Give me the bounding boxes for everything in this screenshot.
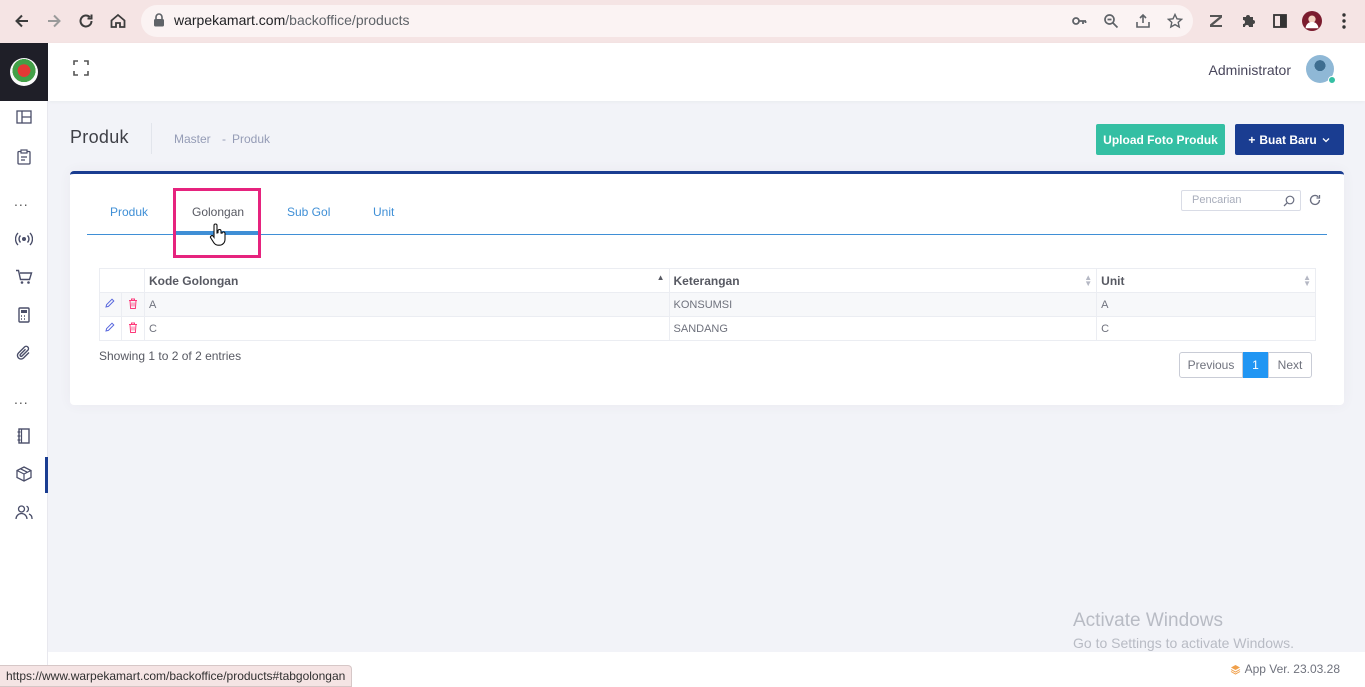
delete-trash-icon[interactable] [128,322,138,336]
search-input[interactable]: Pencarian [1181,190,1301,211]
app-version-label: App Ver. 23.03.28 [1244,662,1340,676]
profile-avatar-icon[interactable] [1302,11,1322,31]
column-header-keterangan[interactable]: Keterangan ▲ ▼ [668,268,1098,293]
table-row: A KONSUMSI A [99,292,1316,317]
delete-trash-icon[interactable] [128,298,138,312]
table-row: C SANDANG C [99,316,1316,341]
logo-image [10,58,38,86]
breadcrumb-separator: - [222,132,226,146]
url-path: /backoffice/products [285,12,410,28]
url-text: warpekamart.com/backoffice/products [174,12,410,28]
sidebar-active-indicator [45,457,48,493]
breadcrumb-produk[interactable]: Produk [232,132,270,146]
breadcrumb-master[interactable]: Master [174,132,211,146]
page-title: Produk [70,127,129,147]
reload-icon[interactable] [74,9,98,33]
cell-kode: C [143,316,670,341]
browser-status-url: https://www.warpekamart.com/backoffice/p… [0,665,353,687]
cart-icon[interactable] [12,266,36,288]
create-new-button[interactable]: + Buat Baru [1235,124,1344,155]
tab-unit[interactable]: Unit [373,205,394,219]
forward-icon[interactable] [42,9,66,33]
app-version: App Ver. 23.03.28 [1230,662,1340,676]
lock-icon [153,13,165,32]
cell-keterangan: KONSUMSI [668,292,1098,317]
home-icon[interactable] [106,9,130,33]
activate-windows-title: Activate Windows [1073,610,1223,631]
delete-cell [120,292,145,317]
next-page-button[interactable]: Next [1268,352,1312,378]
plus-icon: + [1248,132,1256,147]
back-icon[interactable] [10,9,34,33]
delete-cell [120,316,145,341]
column-header-label: Keterangan [673,273,740,288]
sort-icon: ▲ ▼ [1084,273,1093,288]
refresh-icon[interactable] [1309,193,1322,206]
cell-kode: A [143,292,670,317]
more-icon: ... [14,391,29,407]
share-icon[interactable] [1134,12,1152,30]
zoom-icon[interactable] [1102,12,1120,30]
tabs-divider [87,234,1327,235]
zotero-extension-icon[interactable] [1206,11,1226,31]
tab-produk[interactable]: Produk [110,205,148,219]
title-separator [151,123,152,154]
layers-icon [1230,664,1240,675]
extensions-puzzle-icon[interactable] [1238,11,1258,31]
cell-keterangan: SANDANG [668,316,1098,341]
edit-pencil-icon[interactable] [105,298,115,311]
book-icon[interactable] [12,425,36,447]
table-info: Showing 1 to 2 of 2 entries [99,349,242,363]
create-new-label: Buat Baru [1259,132,1317,147]
pagination: Previous 1 Next [1179,352,1312,378]
golongan-table: Kode Golongan ▲ Keterangan ▲ ▼ Unit ▲ ▼ A KON… [99,268,1316,341]
cell-unit: C [1096,316,1316,341]
address-bar[interactable]: warpekamart.com/backoffice/products [141,5,1193,37]
search-icon[interactable] [1283,194,1295,212]
previous-page-button[interactable]: Previous [1179,352,1243,378]
chevron-down-icon [1322,137,1330,142]
sort-ascending-icon: ▲ [656,273,665,282]
side-panel-icon[interactable] [1270,11,1290,31]
clipboard-icon[interactable] [12,146,36,168]
key-icon[interactable] [1070,12,1088,30]
column-header-label: Unit [1101,273,1125,288]
app-header: Administrator [48,43,1365,101]
url-domain: warpekamart.com [174,12,286,28]
edit-pencil-icon[interactable] [105,322,115,335]
upload-photo-button[interactable]: Upload Foto Produk [1096,124,1225,155]
table-header-row: Kode Golongan ▲ Keterangan ▲ ▼ Unit ▲ ▼ [99,268,1316,293]
tab-sub-gol[interactable]: Sub Gol [287,205,330,219]
edit-cell [99,316,122,341]
paperclip-icon[interactable] [12,342,36,364]
activate-windows-subtitle: Go to Settings to activate Windows. [1073,635,1294,651]
column-header-unit[interactable]: Unit ▲ ▼ [1096,268,1316,293]
edit-cell [99,292,122,317]
online-status-dot [1328,76,1336,84]
box-icon[interactable] [12,463,36,485]
sidebar: ... ... [0,43,48,687]
app-logo[interactable] [0,43,48,101]
browser-toolbar: warpekamart.com/backoffice/products [0,0,1365,43]
column-header-label: Kode Golongan [148,273,239,288]
users-icon[interactable] [12,501,36,523]
cell-unit: A [1096,292,1316,317]
search-placeholder: Pencarian [1192,194,1242,206]
actions-header [99,268,145,293]
hand-cursor-icon [209,223,226,246]
user-name[interactable]: Administrator [1209,62,1291,78]
more-icon: ... [14,193,29,209]
page-1-button[interactable]: 1 [1243,352,1268,378]
calculator-icon[interactable] [12,304,36,326]
browser-menu-icon[interactable] [1334,11,1354,31]
fullscreen-icon[interactable] [73,60,91,78]
column-header-kode-golongan[interactable]: Kode Golongan ▲ [143,268,670,293]
bookmark-star-icon[interactable] [1166,12,1184,30]
dashboard-icon[interactable] [12,106,36,128]
broadcast-icon[interactable] [12,228,36,250]
sort-icon: ▲ ▼ [1303,273,1311,288]
